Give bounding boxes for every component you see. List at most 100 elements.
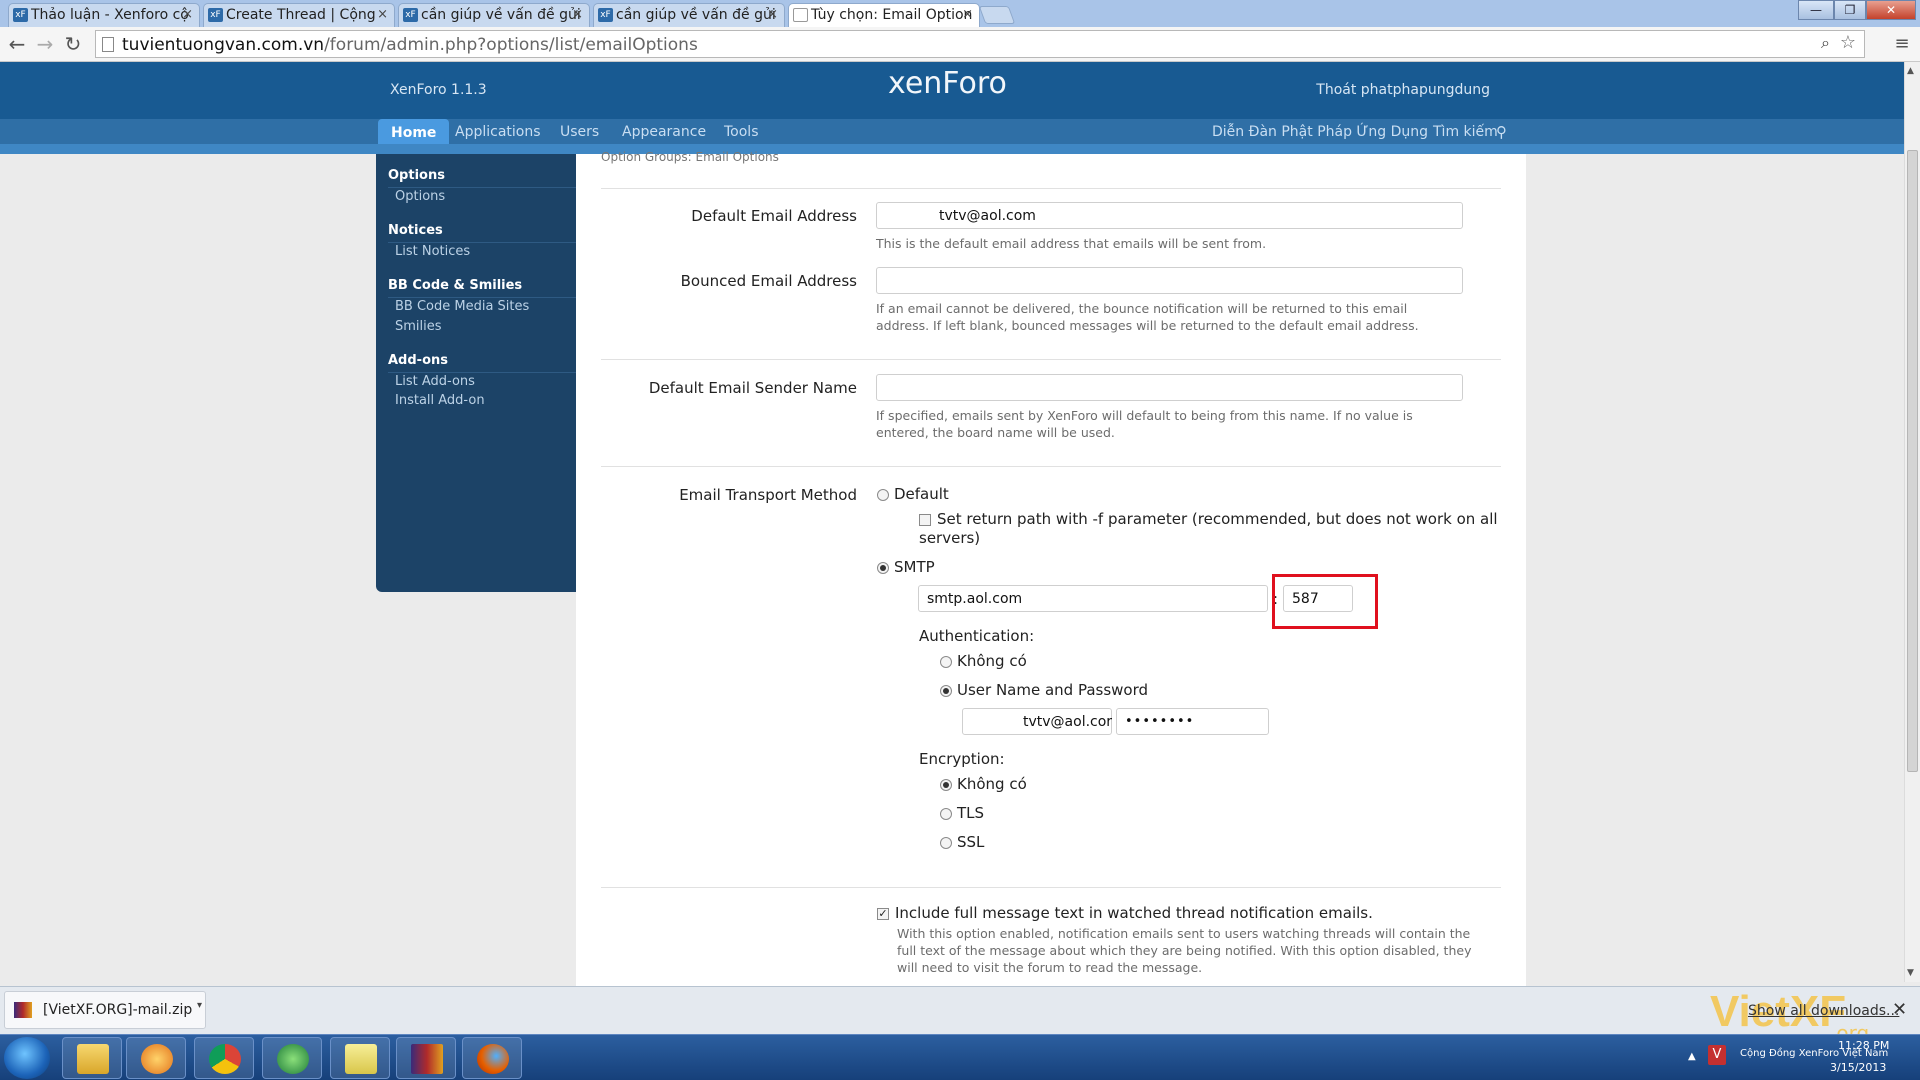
sidebar-heading-options[interactable]: Options — [388, 168, 445, 183]
smtp-host-input[interactable]: smtp.aol.com — [918, 585, 1268, 612]
close-icon[interactable]: ✕ — [1892, 999, 1907, 1020]
taskbar-winrar[interactable] — [396, 1037, 456, 1079]
zip-file-icon — [14, 1002, 32, 1018]
tab-applications[interactable]: Applications — [455, 124, 541, 140]
browser-tab-2[interactable]: xF Create Thread | Cộng × — [203, 3, 395, 27]
nav-underline — [0, 144, 1904, 154]
tab-title: Tùy chọn: Email Option — [811, 7, 973, 23]
browser-tab-active[interactable]: Tùy chọn: Email Option × — [788, 3, 980, 27]
start-button[interactable] — [4, 1037, 50, 1079]
auth-none-radio[interactable] — [940, 656, 952, 668]
default-email-hint: This is the default email address that e… — [876, 236, 1267, 251]
sidebar-item-options[interactable]: Options — [395, 189, 445, 204]
close-icon[interactable]: × — [182, 4, 193, 26]
tab-home[interactable]: Home — [378, 119, 450, 146]
taskbar-explorer[interactable] — [62, 1037, 122, 1079]
sidebar-heading-bbcode[interactable]: BB Code & Smilies — [388, 278, 522, 293]
bounced-email-input[interactable] — [876, 267, 1463, 294]
tab-appearance[interactable]: Appearance — [622, 124, 706, 140]
scroll-up-icon[interactable]: ▲ — [1907, 66, 1914, 76]
default-email-input[interactable]: tvtv@aol.com — [876, 202, 1463, 229]
sidebar-item-bbcode-media[interactable]: BB Code Media Sites — [395, 299, 529, 314]
notes-icon — [345, 1044, 377, 1074]
enc-ssl-radio[interactable] — [940, 837, 952, 849]
browser-tab-1[interactable]: xF Thảo luận - Xenforo cộ × — [8, 3, 200, 27]
address-bar[interactable]: tuvientuongvan.com.vn/forum/admin.php?op… — [95, 30, 1865, 58]
bookmark-star-icon[interactable]: ☆ — [1840, 32, 1856, 53]
close-icon[interactable]: × — [962, 4, 973, 26]
tray-app-icon[interactable]: V — [1708, 1045, 1726, 1065]
site-link[interactable]: Diễn Đàn Phật Pháp Ứng Dụng — [1212, 124, 1428, 140]
clock-date[interactable]: 3/15/2013 — [1830, 1061, 1886, 1074]
sidebar-item-install-addon[interactable]: Install Add-on — [395, 393, 485, 408]
divider — [601, 887, 1501, 888]
browser-toolbar: ← → ↻ tuvientuongvan.com.vn/forum/admin.… — [0, 27, 1920, 62]
enc-tls-radio[interactable] — [940, 808, 952, 820]
watched-thread-checkbox[interactable]: ✓ — [877, 908, 889, 920]
smtp-username-input[interactable]: tvtv@aol.cor — [962, 708, 1112, 735]
close-icon[interactable]: × — [377, 4, 388, 26]
sidebar-item-smilies[interactable]: Smilies — [395, 319, 442, 334]
taskbar-media-player[interactable] — [126, 1037, 186, 1079]
minimize-button[interactable]: — — [1798, 0, 1834, 20]
close-icon[interactable]: × — [767, 4, 778, 26]
auth-userpass-radio[interactable] — [940, 685, 952, 697]
xenforo-favicon-icon: xF — [13, 8, 28, 22]
transport-default-radio[interactable] — [877, 489, 889, 501]
divider — [388, 297, 576, 298]
page-scrollbar[interactable]: ▲ ▼ — [1904, 62, 1920, 982]
browser-tab-strip: xF Thảo luận - Xenforo cộ × xF Create Th… — [0, 0, 1920, 27]
transport-smtp-radio[interactable] — [877, 562, 889, 574]
xf-logo[interactable]: xenForo — [888, 66, 1007, 101]
forward-arrow-icon[interactable]: → — [33, 32, 57, 56]
download-shelf: [VietXF.ORG]-mail.zip ▾ VietXF .org Show… — [0, 986, 1920, 1045]
watched-thread-hint-2: full text of the message about which the… — [897, 943, 1472, 958]
divider — [601, 359, 1501, 360]
chevron-down-icon[interactable]: ▾ — [197, 1000, 202, 1011]
browser-tab-4[interactable]: xF cần giúp về vấn đề gửi × — [593, 3, 785, 27]
enc-ssl-label: SSL — [957, 833, 985, 851]
close-window-button[interactable]: ✕ — [1866, 0, 1916, 20]
scrollbar-thumb[interactable] — [1907, 150, 1918, 772]
options-form: Option Groups: Email Options Default Ema… — [576, 150, 1526, 986]
browser-tab-3[interactable]: xF cần giúp về vấn đề gửi × — [398, 3, 590, 27]
sidebar-item-list-addons[interactable]: List Add-ons — [395, 374, 475, 389]
search-link[interactable]: Tìm kiếm — [1433, 124, 1498, 140]
menu-icon[interactable]: ≡ — [1890, 32, 1914, 56]
maximize-button[interactable]: ❐ — [1834, 0, 1866, 20]
new-tab-button[interactable] — [978, 6, 1016, 24]
sender-name-hint-1: If specified, emails sent by XenForo wil… — [876, 408, 1413, 423]
watched-thread-hint-3: will need to visit the forum to read the… — [897, 960, 1203, 975]
globe-icon — [277, 1044, 309, 1074]
tab-tools[interactable]: Tools — [724, 124, 759, 140]
watched-thread-label: Include full message text in watched thr… — [895, 904, 1373, 922]
show-all-downloads-link[interactable]: Show all downloads... — [1748, 1003, 1899, 1019]
page-icon — [102, 37, 114, 52]
search-icon[interactable]: ⚲ — [1496, 123, 1507, 141]
taskbar-notes[interactable] — [330, 1037, 390, 1079]
tab-users[interactable]: Users — [560, 124, 599, 140]
logout-link[interactable]: Thoát phatphapungdung — [1316, 82, 1490, 98]
close-icon[interactable]: × — [572, 4, 583, 26]
tab-title: cần giúp về vấn đề gửi — [616, 7, 776, 23]
zoom-icon[interactable]: ⌕ — [1821, 33, 1830, 53]
xf-header: XenForo 1.1.3 xenForo Thoát phatphapungd… — [0, 62, 1904, 119]
return-path-checkbox[interactable] — [919, 514, 931, 526]
enc-none-radio[interactable] — [940, 779, 952, 791]
sender-name-input[interactable] — [876, 374, 1463, 401]
return-path-label-2: servers) — [919, 529, 981, 547]
sidebar-heading-addons[interactable]: Add-ons — [388, 353, 448, 368]
scroll-down-icon[interactable]: ▼ — [1907, 968, 1914, 978]
sidebar-heading-notices[interactable]: Notices — [388, 223, 443, 238]
taskbar-firefox[interactable] — [462, 1037, 522, 1079]
taskbar-network[interactable] — [262, 1037, 322, 1079]
sidebar-item-list-notices[interactable]: List Notices — [395, 244, 470, 259]
tray-expand-icon[interactable]: ▲ — [1688, 1051, 1696, 1062]
taskbar-chrome[interactable] — [194, 1037, 254, 1079]
back-arrow-icon[interactable]: ← — [5, 32, 29, 56]
page-favicon-icon — [793, 8, 808, 22]
download-item[interactable]: [VietXF.ORG]-mail.zip ▾ — [4, 991, 206, 1029]
reload-icon[interactable]: ↻ — [61, 32, 85, 56]
clock-time[interactable]: 11:28 PM — [1838, 1039, 1889, 1052]
smtp-password-input[interactable]: •••••••• — [1116, 708, 1269, 735]
